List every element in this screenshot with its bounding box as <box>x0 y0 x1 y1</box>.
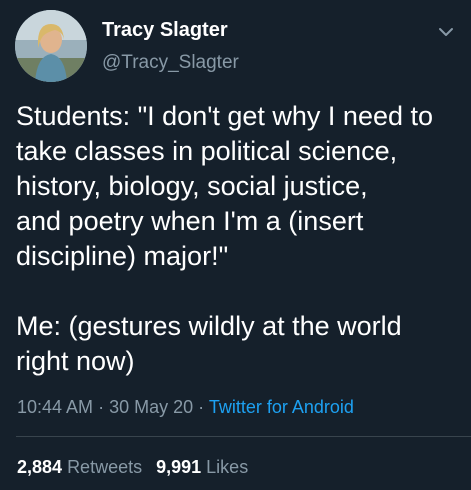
likes-count: 9,991 <box>156 457 202 477</box>
retweets-stat[interactable]: 2,884 Retweets <box>17 457 142 477</box>
retweets-label: Retweets <box>67 457 143 477</box>
divider <box>16 436 471 437</box>
likes-stat[interactable]: 9,991 Likes <box>156 457 248 477</box>
meta-separator: · <box>198 397 205 417</box>
chevron-down-icon[interactable] <box>436 24 456 40</box>
tweet-text: Students: "I don't get why I need to tak… <box>16 101 434 376</box>
avatar[interactable] <box>15 10 87 82</box>
likes-label: Likes <box>206 457 249 477</box>
tweet-time[interactable]: 10:44 AM <box>17 397 93 417</box>
tweet: Tracy Slagter @Tracy_Slagter Students: "… <box>0 0 471 490</box>
author-display-name[interactable]: Tracy Slagter <box>102 19 228 42</box>
meta-separator: · <box>98 397 105 417</box>
tweet-stats: 2,884 Retweets 9,991 Likes <box>17 457 248 478</box>
avatar-photo <box>15 10 87 82</box>
retweets-count: 2,884 <box>17 457 63 477</box>
author-handle[interactable]: @Tracy_Slagter <box>102 52 239 74</box>
tweet-source-link[interactable]: Twitter for Android <box>209 397 354 417</box>
tweet-date[interactable]: 30 May 20 <box>109 397 193 417</box>
tweet-metadata: 10:44 AM · 30 May 20 · Twitter for Andro… <box>17 397 354 418</box>
